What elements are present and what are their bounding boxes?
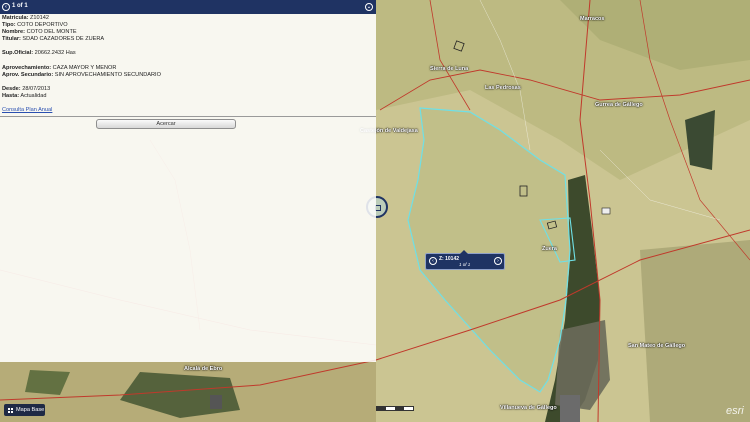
previous-feature-button[interactable]: ‹ xyxy=(2,3,10,11)
attr-row-matricula: Matricula: Z10142 xyxy=(2,15,49,21)
popup-next-button[interactable]: › xyxy=(494,257,502,265)
attr-row-nombre: Nombre: COTO DEL MONTE xyxy=(2,29,77,36)
map-label-zuera: Zuera xyxy=(542,246,557,252)
map-label-las-pedrosas: Las Pedrosas xyxy=(485,85,521,91)
attr-row-sup-oficial: Sup.Oficial: 20662.2432 Has xyxy=(2,50,76,57)
basemap-button[interactable]: Mapa Base xyxy=(4,404,45,416)
map-label-marracos: Marracos xyxy=(580,16,605,22)
attr-row-aprov-secundario: Aprov. Secundario: SIN APROVECHAMIENTO S… xyxy=(2,71,161,78)
feature-counter: 1 of 1 xyxy=(12,3,28,9)
popup-title: Z: 10142 xyxy=(439,256,460,262)
plan-anual-link[interactable]: Consulta Plan Anual xyxy=(2,107,52,113)
map-popup[interactable]: ‹ Z: 10142 1 of 1 › xyxy=(425,250,505,270)
map-label-san-mateo: San Mateo de Gállego xyxy=(628,343,686,349)
zoom-to-button[interactable]: Acercar xyxy=(96,119,236,129)
map-label-villanueva: Villanueva de Gállego xyxy=(500,405,557,411)
chevron-down-icon: ⌄ xyxy=(366,3,372,10)
popup-previous-button[interactable]: ‹ xyxy=(429,257,437,265)
chevron-right-icon: › xyxy=(497,257,499,264)
attr-row-tipo: Tipo: COTO DEPORTIVO xyxy=(2,22,68,29)
esri-logo: esri xyxy=(726,405,744,417)
popup-pointer xyxy=(460,250,468,254)
feature-info-panel: ‹ 1 of 1 ⌄ Matricula: Z10142 Tipo: COTO … xyxy=(0,0,376,362)
map-label-sierra-de-luna: Sierra de Luna xyxy=(430,66,469,72)
map-label-alcala: Alcalá de Ebro xyxy=(184,366,223,372)
scale-bar xyxy=(376,406,414,411)
basemap-button-label: Mapa Base xyxy=(16,407,45,413)
panel-header: ‹ 1 of 1 ⌄ xyxy=(0,0,376,14)
attr-row-aprovechamiento: Aprovechamiento: CAZA MAYOR Y MENOR xyxy=(2,64,117,71)
map-label-gurrea: Gurrea de Gállego xyxy=(595,102,643,108)
grid-icon xyxy=(8,407,13,413)
panel-divider xyxy=(0,116,376,117)
popup-counter: 1 of 1 xyxy=(459,262,471,267)
attr-row-hasta: Hasta: Actualidad xyxy=(2,93,47,100)
chevron-left-icon: ‹ xyxy=(5,3,7,10)
attr-row-desde: Desde: 28/07/2013 xyxy=(2,85,51,92)
attr-row-titular: Titular: SDAD CAZADORES DE ZUERA xyxy=(2,36,105,43)
chevron-left-icon: ‹ xyxy=(432,257,434,264)
feature-attributes: Matricula: Z10142 Tipo: COTO DEPORTIVO N… xyxy=(2,15,161,114)
next-feature-button[interactable]: ⌄ xyxy=(365,3,373,11)
